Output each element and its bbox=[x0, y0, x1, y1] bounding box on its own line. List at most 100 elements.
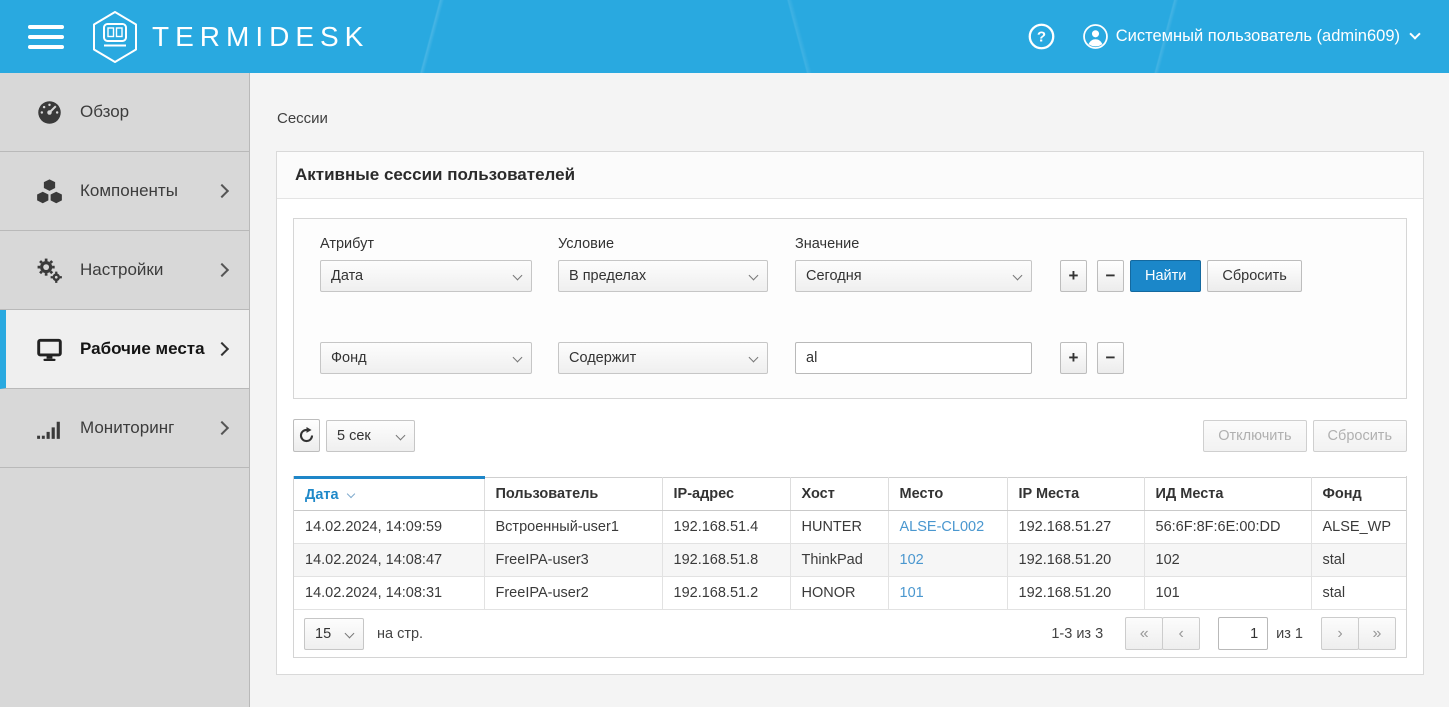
chevron-down-icon bbox=[1409, 28, 1420, 39]
value-label: Значение bbox=[795, 236, 1032, 252]
svg-text:?: ? bbox=[1037, 29, 1046, 46]
table-cell: 192.168.51.27 bbox=[1007, 511, 1144, 544]
refresh-icon bbox=[297, 426, 316, 445]
table-row: 14.02.2024, 14:09:59Встроенный-user1192.… bbox=[294, 511, 1406, 544]
condition-select[interactable]: В пределах bbox=[558, 260, 768, 292]
sidebar-item-label: Обзор bbox=[80, 102, 227, 122]
table-cell: ALSE-CL002 bbox=[888, 511, 1007, 544]
sidebar-item-monitoring[interactable]: Мониторинг bbox=[0, 389, 249, 468]
sessions-card: Активные сессии пользователей Атрибут Ус… bbox=[276, 151, 1424, 675]
reset-filters-button[interactable]: Сбросить bbox=[1207, 260, 1301, 292]
column-header-3[interactable]: IP-адрес bbox=[662, 478, 790, 511]
table-row: 14.02.2024, 14:08:31FreeIPA-user2192.168… bbox=[294, 577, 1406, 610]
table-cell: FreeIPA-user3 bbox=[484, 544, 662, 577]
disconnect-button[interactable]: Отключить bbox=[1203, 420, 1306, 452]
table-cell: HUNTER bbox=[790, 511, 888, 544]
user-menu[interactable]: Системный пользователь (admin609) bbox=[1083, 24, 1419, 49]
chevron-right-icon bbox=[215, 342, 229, 356]
condition-label: Условие bbox=[558, 236, 795, 252]
table-footer: 15 на стр. 1-3 из 3 « ‹ из 1 › » bbox=[294, 610, 1406, 657]
chevron-down-icon bbox=[345, 628, 355, 638]
remove-filter-button[interactable]: − bbox=[1097, 342, 1124, 374]
sidebar-item-settings[interactable]: Настройки bbox=[0, 231, 249, 310]
column-header-5[interactable]: Место bbox=[888, 478, 1007, 511]
table-cell: 101 bbox=[888, 577, 1007, 610]
filter-panel: Атрибут Условие Значение Дата В пределах… bbox=[293, 218, 1407, 399]
termidesk-hexagon-icon bbox=[90, 10, 140, 64]
column-header-6[interactable]: IP Места bbox=[1007, 478, 1144, 511]
sidebar-item-workplaces[interactable]: Рабочие места bbox=[0, 310, 249, 389]
value-input[interactable] bbox=[795, 342, 1032, 374]
add-filter-button[interactable]: + bbox=[1060, 342, 1087, 374]
chevron-down-icon bbox=[749, 271, 759, 281]
column-header-1[interactable]: Дата bbox=[294, 478, 484, 511]
menu-icon[interactable] bbox=[28, 25, 64, 49]
table-cell: HONOR bbox=[790, 577, 888, 610]
breadcrumb: Сессии bbox=[277, 110, 1449, 127]
sidebar-item-label: Компоненты bbox=[80, 181, 217, 201]
attribute-label: Атрибут bbox=[320, 236, 558, 252]
add-filter-button[interactable]: + bbox=[1060, 260, 1087, 292]
place-link[interactable]: 101 bbox=[900, 585, 924, 601]
dashboard-icon bbox=[34, 99, 64, 126]
page-size-select[interactable]: 15 bbox=[304, 618, 364, 650]
filter-row-1: Дата В пределах Сегодня + − Найти Сброси… bbox=[320, 260, 1380, 292]
chevron-down-icon bbox=[396, 430, 406, 440]
avatar-icon bbox=[1083, 24, 1108, 49]
signal-bars-icon bbox=[34, 415, 64, 442]
first-page-button[interactable]: « bbox=[1125, 617, 1163, 650]
help-icon[interactable]: ? bbox=[1028, 23, 1055, 50]
chevron-right-icon bbox=[215, 421, 229, 435]
reset-sessions-button[interactable]: Сбросить bbox=[1313, 420, 1407, 452]
prev-page-button[interactable]: ‹ bbox=[1162, 617, 1200, 650]
last-page-button[interactable]: » bbox=[1358, 617, 1396, 650]
user-name: Системный пользователь (admin609) bbox=[1116, 27, 1400, 46]
table-cell: ThinkPad bbox=[790, 544, 888, 577]
main-content: Сессии Активные сессии пользователей Атр… bbox=[250, 73, 1449, 707]
table-cell: 14.02.2024, 14:09:59 bbox=[294, 511, 484, 544]
place-link[interactable]: 102 bbox=[900, 552, 924, 568]
per-page-label: на стр. bbox=[377, 626, 423, 642]
page-title: Активные сессии пользователей bbox=[295, 165, 1405, 185]
refresh-button[interactable] bbox=[293, 419, 320, 452]
sidebar-item-label: Рабочие места bbox=[80, 339, 217, 359]
table-cell: 192.168.51.4 bbox=[662, 511, 790, 544]
remove-filter-button[interactable]: − bbox=[1097, 260, 1124, 292]
sort-descending-icon bbox=[346, 489, 354, 497]
sidebar-item-components[interactable]: Компоненты bbox=[0, 152, 249, 231]
column-header-8[interactable]: Фонд bbox=[1311, 478, 1406, 511]
column-header-4[interactable]: Хост bbox=[790, 478, 888, 511]
sidebar-item-label: Настройки bbox=[80, 260, 217, 280]
attribute-select[interactable]: Фонд bbox=[320, 342, 532, 374]
table-toolbar: 5 сек Отключить Сбросить bbox=[293, 419, 1407, 452]
table-row: 14.02.2024, 14:08:47FreeIPA-user3192.168… bbox=[294, 544, 1406, 577]
column-header-7[interactable]: ИД Места bbox=[1144, 478, 1311, 511]
monitor-icon bbox=[34, 336, 64, 363]
table-cell: 192.168.51.20 bbox=[1007, 577, 1144, 610]
cubes-icon bbox=[34, 178, 64, 205]
gears-icon bbox=[34, 257, 64, 284]
chevron-down-icon bbox=[513, 271, 523, 281]
value-select[interactable]: Сегодня bbox=[795, 260, 1032, 292]
next-page-button[interactable]: › bbox=[1321, 617, 1359, 650]
brand-logo[interactable]: TERMIDESK bbox=[90, 10, 369, 64]
table-cell: Встроенный-user1 bbox=[484, 511, 662, 544]
sidebar-item-overview[interactable]: Обзор bbox=[0, 73, 249, 152]
page-number-input[interactable] bbox=[1218, 617, 1268, 650]
table-cell: 192.168.51.2 bbox=[662, 577, 790, 610]
condition-select[interactable]: Содержит bbox=[558, 342, 768, 374]
column-header-2[interactable]: Пользователь bbox=[484, 478, 662, 511]
table-cell: ALSE_WP bbox=[1311, 511, 1406, 544]
search-button[interactable]: Найти bbox=[1130, 260, 1201, 292]
attribute-select[interactable]: Дата bbox=[320, 260, 532, 292]
table-cell: 102 bbox=[888, 544, 1007, 577]
place-link[interactable]: ALSE-CL002 bbox=[900, 519, 985, 535]
table-cell: 101 bbox=[1144, 577, 1311, 610]
refresh-interval-select[interactable]: 5 сек bbox=[326, 420, 415, 452]
chevron-down-icon bbox=[513, 353, 523, 363]
rows-range-label: 1-3 из 3 bbox=[1051, 626, 1103, 642]
top-bar: TERMIDESK ? Системный пользователь (admi… bbox=[0, 0, 1449, 73]
table-cell: 102 bbox=[1144, 544, 1311, 577]
card-header: Активные сессии пользователей bbox=[277, 152, 1423, 199]
table-cell: 56:6F:8F:6E:00:DD bbox=[1144, 511, 1311, 544]
